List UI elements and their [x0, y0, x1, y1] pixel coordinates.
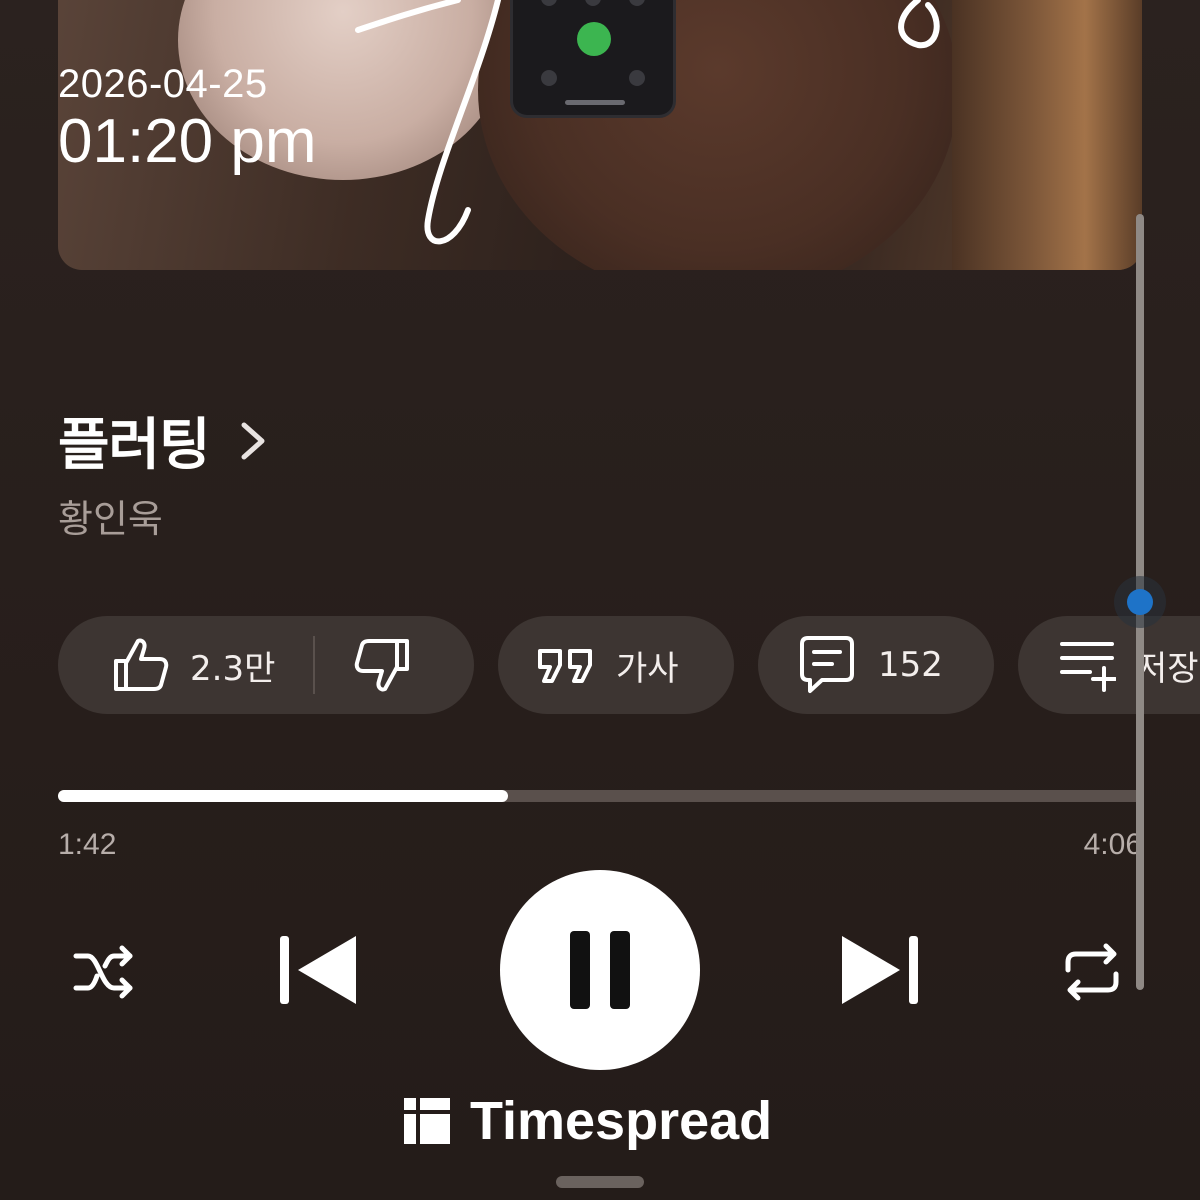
playlist-add-icon [1060, 642, 1116, 692]
brand-name: Timespread [470, 1091, 773, 1151]
save-label: 저장 [1136, 648, 1199, 689]
comments-chip[interactable]: 152 [758, 616, 994, 714]
chip-divider [313, 636, 316, 694]
track-title-link[interactable]: 플러팅 [58, 400, 270, 481]
quote-icon [538, 649, 592, 683]
shuffle-icon[interactable] [72, 940, 136, 1004]
save-chip[interactable]: 저장 [1018, 616, 1200, 714]
seek-bar[interactable] [58, 790, 1142, 802]
timespread-watermark: Timespread [404, 1090, 772, 1152]
comment-count: 152 [878, 645, 943, 685]
timespread-logo-icon [404, 1098, 450, 1144]
duration: 4:06 [1083, 828, 1142, 861]
timestamp-overlay: 2026-04-25 01:20 pm [58, 60, 317, 178]
comment-icon [800, 636, 854, 693]
music-player-screen: 2026-04-25 01:20 pm 플러팅 황인욱 2.3만 가사 152 … [0, 0, 1200, 1200]
action-chips: 2.3만 가사 152 저장 [58, 616, 1200, 714]
lyrics-label: 가사 [616, 648, 679, 689]
seek-bar-progress [58, 790, 508, 802]
pause-button[interactable] [500, 870, 700, 1070]
pause-icon [570, 931, 590, 1009]
scrollbar-thumb[interactable] [1114, 576, 1166, 628]
like-dislike-chip: 2.3만 [58, 616, 474, 714]
date-text: 2026-04-25 [58, 62, 268, 106]
lyrics-chip[interactable]: 가사 [498, 616, 734, 714]
track-title: 플러팅 [58, 413, 211, 478]
current-time: 1:42 [58, 828, 117, 861]
time-text: 01:20 pm [58, 107, 317, 176]
chevron-right-icon [241, 422, 265, 459]
skip-previous-icon[interactable] [276, 934, 360, 1006]
like-count[interactable]: 2.3만 [190, 641, 275, 690]
skip-next-icon[interactable] [838, 934, 922, 1006]
repeat-icon[interactable] [1060, 940, 1124, 1004]
thumbs-down-icon[interactable] [353, 635, 413, 695]
home-indicator[interactable] [556, 1176, 644, 1188]
track-artist[interactable]: 황인욱 [58, 488, 163, 543]
thumbs-up-icon[interactable] [110, 635, 170, 695]
